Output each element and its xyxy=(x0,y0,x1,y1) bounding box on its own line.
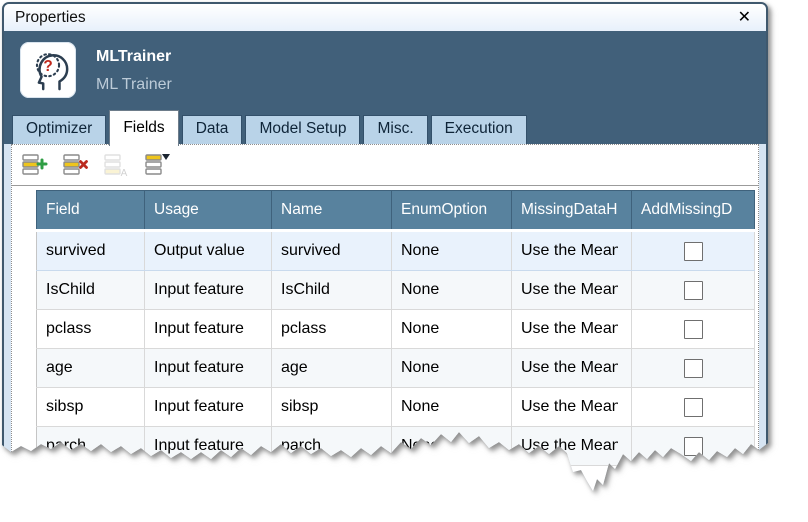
add-missing-checkbox[interactable] xyxy=(684,242,703,261)
cell-enum-option[interactable]: None xyxy=(392,310,512,349)
cell-field[interactable]: IsChild xyxy=(37,271,145,310)
tab-misc[interactable]: Misc. xyxy=(363,115,427,144)
tab-fields[interactable]: Fields xyxy=(109,110,178,146)
cell-name[interactable]: pclass xyxy=(272,310,392,349)
tab-model-setup[interactable]: Model Setup xyxy=(245,115,360,144)
app-identity: ? MLTrainer ML Trainer xyxy=(4,31,766,98)
delete-row-icon[interactable] xyxy=(60,150,90,180)
cell-enum-option[interactable]: None xyxy=(392,388,512,427)
column-header-name[interactable]: Name xyxy=(272,191,392,231)
cell-field[interactable]: age xyxy=(37,349,145,388)
cell-enum-option[interactable]: None xyxy=(392,231,512,271)
column-header-addmissing[interactable]: AddMissingD xyxy=(632,191,755,231)
table-row-sibsp[interactable]: sibsp Input feature sibsp None Use the M… xyxy=(37,388,755,427)
cell-field[interactable]: parch xyxy=(37,427,145,466)
cell-add-missing xyxy=(632,231,755,271)
fields-table: Field Usage Name EnumOption MissingDataH… xyxy=(36,190,755,466)
add-missing-checkbox[interactable] xyxy=(684,437,703,456)
add-missing-checkbox[interactable] xyxy=(684,398,703,417)
column-header-field[interactable]: Field xyxy=(37,191,145,231)
svg-text:A: A xyxy=(121,168,128,179)
cell-usage[interactable]: Input feature xyxy=(145,310,272,349)
app-names: MLTrainer ML Trainer xyxy=(96,42,172,94)
app-subtitle: ML Trainer xyxy=(96,76,172,94)
icon-question-glyph: ? xyxy=(43,58,52,75)
table-row-parch[interactable]: parch Input feature parch None Use the M… xyxy=(37,427,755,466)
fields-tab-panel: A xyxy=(11,144,759,514)
table-row-ischild[interactable]: IsChild Input feature IsChild None Use t… xyxy=(37,271,755,310)
add-row-icon[interactable] xyxy=(19,150,49,180)
cell-field[interactable]: pclass xyxy=(37,310,145,349)
table-row-pclass[interactable]: pclass Input feature pclass None Use the… xyxy=(37,310,755,349)
window-shadow: Properties ✕ ? MLTrainer ML Trainer xyxy=(0,0,808,498)
cell-enum-option[interactable]: None xyxy=(392,349,512,388)
auto-assign-icon: A xyxy=(101,150,131,180)
cell-usage[interactable]: Input feature xyxy=(145,427,272,466)
add-missing-checkbox[interactable] xyxy=(684,359,703,378)
cell-add-missing xyxy=(632,427,755,466)
properties-window: Properties ✕ ? MLTrainer ML Trainer xyxy=(2,2,768,522)
tab-optimizer[interactable]: Optimizer xyxy=(12,115,106,144)
fields-toolbar: A xyxy=(12,145,758,186)
cell-missing-data[interactable]: Use the Mean xyxy=(512,310,632,349)
cell-missing-data[interactable]: Use the Mean xyxy=(512,349,632,388)
tab-bar: Optimizer Fields Data Model Setup Misc. … xyxy=(12,110,766,144)
cell-missing-data[interactable]: Use the Mean xyxy=(512,271,632,310)
add-missing-checkbox[interactable] xyxy=(684,320,703,339)
window-title: Properties xyxy=(4,9,86,27)
table-row-age[interactable]: age Input feature age None Use the Mean xyxy=(37,349,755,388)
column-header-enumoption[interactable]: EnumOption xyxy=(392,191,512,231)
cell-enum-option[interactable]: None xyxy=(392,427,512,466)
tab-execution[interactable]: Execution xyxy=(431,115,527,144)
cell-usage[interactable]: Input feature xyxy=(145,349,272,388)
cell-name[interactable]: age xyxy=(272,349,392,388)
cell-add-missing xyxy=(632,310,755,349)
title-bar: Properties ✕ xyxy=(4,4,766,31)
cell-enum-option[interactable]: None xyxy=(392,271,512,310)
table-row-survived[interactable]: survived Output value survived None Use … xyxy=(37,231,755,271)
cell-usage[interactable]: Output value xyxy=(145,231,272,271)
add-missing-checkbox[interactable] xyxy=(684,281,703,300)
cell-missing-data[interactable]: Use the Mean xyxy=(512,388,632,427)
table-header-row: Field Usage Name EnumOption MissingDataH… xyxy=(37,191,755,231)
app-title: MLTrainer xyxy=(96,48,172,66)
column-header-usage[interactable]: Usage xyxy=(145,191,272,231)
cell-name[interactable]: survived xyxy=(272,231,392,271)
cell-field[interactable]: survived xyxy=(37,231,145,271)
cell-missing-data[interactable]: Use the Mean xyxy=(512,427,632,466)
cell-add-missing xyxy=(632,388,755,427)
cell-field[interactable]: sibsp xyxy=(37,388,145,427)
cell-name[interactable]: sibsp xyxy=(272,388,392,427)
row-options-dropdown-icon[interactable] xyxy=(142,150,172,180)
cell-add-missing xyxy=(632,349,755,388)
cell-name[interactable]: IsChild xyxy=(272,271,392,310)
close-icon[interactable]: ✕ xyxy=(738,10,751,26)
cell-usage[interactable]: Input feature xyxy=(145,388,272,427)
column-header-missingdata[interactable]: MissingDataH xyxy=(512,191,632,231)
cell-usage[interactable]: Input feature xyxy=(145,271,272,310)
tab-data[interactable]: Data xyxy=(182,115,243,144)
cell-missing-data[interactable]: Use the Mean xyxy=(512,231,632,271)
cell-add-missing xyxy=(632,271,755,310)
component-header: ? MLTrainer ML Trainer Optimizer Fields … xyxy=(4,31,766,144)
head-question-icon: ? xyxy=(20,42,76,98)
cell-name[interactable]: parch xyxy=(272,427,392,466)
